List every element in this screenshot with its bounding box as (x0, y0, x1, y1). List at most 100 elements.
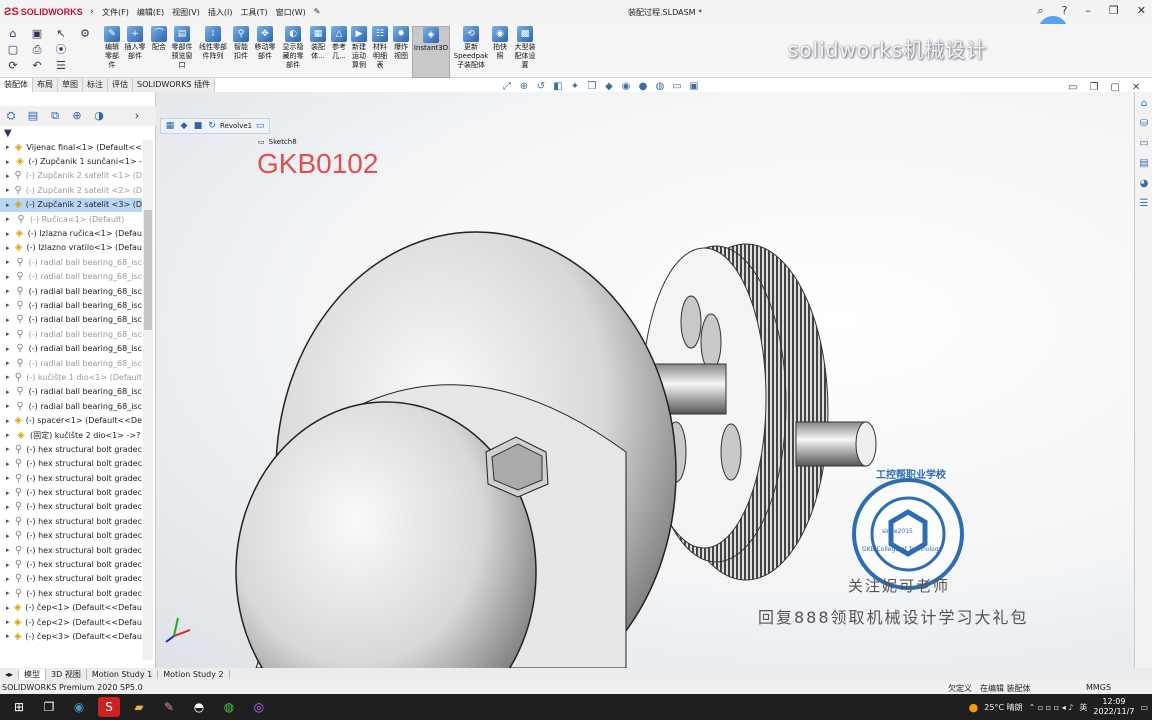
linear-pattern-button[interactable]: ⁞ 线性零部 件阵列 (196, 26, 230, 78)
revolve-icon[interactable]: ↻ (206, 120, 218, 132)
new-document-icon[interactable]: ▢ (6, 44, 20, 56)
tab-markup[interactable]: 标注 (83, 78, 108, 92)
traffic-light-icon[interactable]: ⦿ (54, 44, 68, 56)
instant3d-button[interactable]: ◈ Instant3D (412, 26, 450, 78)
breadcrumb-feature[interactable]: Revolve1 (220, 122, 252, 130)
tree-row[interactable]: ▸ ⚲ (-) radial ball bearing_68_isc (0, 255, 142, 269)
expand-arrow-icon[interactable]: ▸ (6, 301, 14, 309)
sketch-crumb[interactable]: ▭ Sketch8 (258, 138, 297, 146)
expand-arrow-icon[interactable]: ▸ (6, 244, 13, 252)
menu-edit[interactable]: 编辑(E) (133, 7, 168, 18)
options-icon[interactable]: ☰ (54, 60, 68, 72)
tree-row[interactable]: ▸ ⚲ (-) hex structural bolt gradec (0, 442, 142, 456)
solidworks-logo[interactable]: ƧS SOLIDWORKS (0, 0, 90, 24)
file-explorer-icon[interactable]: ▭ (1137, 138, 1151, 152)
expand-arrow-icon[interactable]: ▸ (6, 330, 14, 338)
tree-row[interactable]: ▸ ⚲ (-) radial ball bearing_68_isc (0, 298, 142, 312)
show-hidden-button[interactable]: ◐ 显示隐 藏的零 部件 (280, 26, 306, 78)
tree-row[interactable]: ▸ ◈ (-) Izlazno vratilo<1> (Defau (0, 241, 142, 255)
menu-file[interactable]: 文件(F) (98, 7, 133, 18)
menu-tools[interactable]: 工具(T) (236, 7, 271, 18)
expand-arrow-icon[interactable]: ▸ (6, 431, 14, 439)
large-assembly-button[interactable]: ▩ 大型装 配体设 置 (510, 26, 540, 78)
select-icon[interactable]: ↖ (54, 28, 68, 40)
tab-model[interactable]: 模型 (19, 669, 47, 680)
tree-row[interactable]: ▸ ◈ (-) čep<1> (Default<<Defau (0, 601, 142, 615)
tree-row[interactable]: ▸ ⚲ (-) hex structural bolt gradec (0, 485, 142, 499)
expand-arrow-icon[interactable]: ▸ (6, 230, 13, 238)
tree-row[interactable]: ▸ ◈ (固定) kučište 2 dio<1> ->? (0, 428, 142, 442)
tab-3d-view[interactable]: 3D 视图 (46, 669, 87, 680)
part-crumb-icon[interactable]: ◆ (178, 120, 190, 132)
start-icon[interactable]: ⊞ (8, 697, 30, 717)
wechat-icon[interactable]: ◍ (218, 697, 240, 717)
expand-arrow-icon[interactable]: ▸ (6, 158, 13, 166)
tree-row[interactable]: ▸ ⚲ (-) hex structural bolt gradec (0, 471, 142, 485)
tree-row[interactable]: ▸ ⚲ (-) hex structural bolt gradec (0, 500, 142, 514)
tree-row[interactable]: ▸ ◈ (-) čep<2> (Default<<Defau (0, 615, 142, 629)
insert-component-button[interactable]: + 插入零 部件 (122, 26, 148, 78)
tree-row[interactable]: ▸ ⚲ (-) kučište 1 dio<1> (Default (0, 370, 142, 384)
body-crumb-icon[interactable]: ■ (192, 120, 204, 132)
tab-addins[interactable]: SOLIDWORKS 插件 (133, 78, 215, 92)
tree-row[interactable]: ▸ ⚲ (-) radial ball bearing_68_isc (0, 385, 142, 399)
design-library-icon[interactable]: ⛁ (1137, 118, 1151, 132)
tree-scrollbar[interactable] (143, 140, 153, 660)
panel-expand-icon[interactable]: › (130, 109, 144, 123)
expand-arrow-icon[interactable]: ▸ (6, 589, 13, 597)
tree-row[interactable]: ▸ ◈ (-) spacer<1> (Default<<De (0, 413, 142, 427)
ime-icon[interactable]: 英 (1079, 702, 1087, 713)
status-units[interactable]: MMGS (1086, 683, 1111, 692)
tree-row[interactable]: ▸ ⚲ (-) Zupčanik 2 satelit <1> (D (0, 169, 142, 183)
minimize-icon[interactable]: – (1085, 4, 1091, 18)
tree-row[interactable]: ▸ ◈ Vijenac final<1> (Default<< (0, 140, 142, 154)
assembly-crumb-icon[interactable]: ▦ (164, 120, 176, 132)
tab-evaluate[interactable]: 评估 (108, 78, 133, 92)
expand-arrow-icon[interactable]: ▸ (6, 460, 13, 468)
tree-row[interactable]: ▸ ⚲ (-) Ručica<1> (Default) (0, 212, 142, 226)
undo-icon[interactable]: ↶ (30, 60, 44, 72)
assembly-features-button[interactable]: ▦ 装配 体... (308, 26, 328, 78)
expand-arrow-icon[interactable]: ▸ (6, 359, 14, 367)
view-palette-icon[interactable]: ▤ (1137, 158, 1151, 172)
expand-arrow-icon[interactable]: ▸ (6, 503, 13, 511)
restore-icon[interactable]: ❐ (1109, 4, 1119, 18)
menu-window[interactable]: 窗口(W) (272, 7, 310, 18)
notification-icon[interactable]: ▭ (1140, 703, 1148, 712)
expand-arrow-icon[interactable]: ▸ (6, 445, 13, 453)
browser-icon[interactable]: ◉ (68, 697, 90, 717)
tree-row[interactable]: ▸ ⚲ (-) radial ball bearing_68_isc (0, 313, 142, 327)
tree-row[interactable]: ▸ ⚲ (-) radial ball bearing_68_isc (0, 399, 142, 413)
dimxpert-icon[interactable]: ⊕ (70, 109, 84, 123)
snapshot-button[interactable]: ◉ 拍快 照 (490, 26, 510, 78)
tree-row[interactable]: ▸ ◈ (-) čep<3> (Default<<Defau (0, 629, 142, 643)
custom-properties-icon[interactable]: ☰ (1137, 198, 1151, 212)
close-icon[interactable]: ✕ (1137, 4, 1146, 18)
reference-geometry-button[interactable]: △ 参考 几... (328, 26, 350, 78)
tree-row[interactable]: ▸ ⚲ (-) hex structural bolt gradec (0, 586, 142, 600)
appearances-icon[interactable]: ◕ (1137, 178, 1151, 192)
task-view-icon[interactable]: ❐ (38, 697, 60, 717)
update-speedpak-button[interactable]: ⟲ 更新 Speedpak 子装配体 (452, 26, 490, 78)
gear-icon[interactable]: ⚙ (78, 28, 92, 40)
property-manager-icon[interactable]: ▤ (26, 109, 40, 123)
tree-row[interactable]: ▸ ⚲ (-) Zupčanik 2 satelit <2> (D (0, 183, 142, 197)
tree-row[interactable]: ▸ ◈ (-) Zupčanik 2 satelit <3> (D (0, 197, 142, 212)
tree-row[interactable]: ▸ ⚲ (-) hex structural bolt gradec (0, 557, 142, 571)
tree-row[interactable]: ▸ ⚲ (-) radial ball bearing_68_isc (0, 327, 142, 341)
tree-row[interactable]: ▸ ⚲ (-) radial ball bearing_68_isc (0, 284, 142, 298)
tree-row[interactable]: ▸ ◈ (-) Zupčanik 1 sunčani<1> - (0, 154, 142, 168)
expand-arrow-icon[interactable]: ▸ (6, 517, 13, 525)
tree-row[interactable]: ▸ ⚲ (-) hex structural bolt gradec (0, 529, 142, 543)
solidworks-taskbar-icon[interactable]: S (98, 697, 120, 717)
expand-arrow-icon[interactable]: ▸ (6, 561, 13, 569)
save-icon[interactable]: ▣ (30, 28, 44, 40)
rebuild-icon[interactable]: ⟳ (6, 60, 20, 72)
tab-motion-study-1[interactable]: Motion Study 1 (87, 670, 159, 679)
tree-row[interactable]: ▸ ⚲ (-) hex structural bolt gradec (0, 457, 142, 471)
expand-arrow-icon[interactable]: ▸ (6, 546, 13, 554)
qq-icon[interactable]: ◓ (188, 697, 210, 717)
tree-row[interactable]: ▸ ⚲ (-) hex structural bolt gradec (0, 572, 142, 586)
resources-icon[interactable]: ⌂ (1137, 98, 1151, 112)
weather-text[interactable]: 25°C 晴朗 (984, 702, 1022, 713)
